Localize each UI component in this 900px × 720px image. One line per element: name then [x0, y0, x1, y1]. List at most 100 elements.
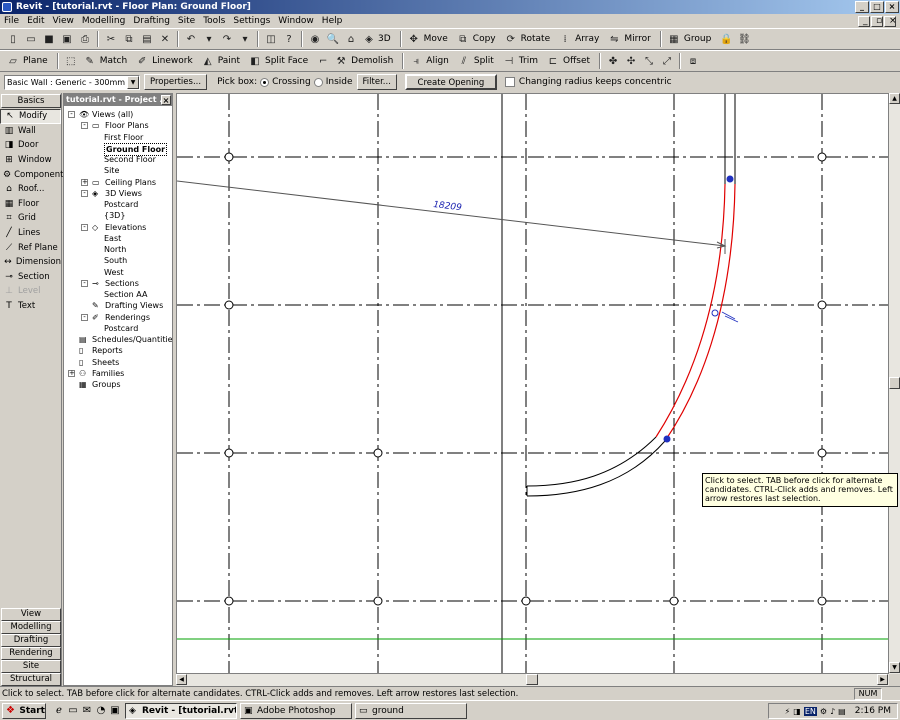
inside-radio[interactable]: [313, 77, 323, 87]
3d-button[interactable]: 3D: [378, 34, 391, 44]
demolish-button[interactable]: ⚒ Demolish: [332, 54, 394, 68]
tree-node[interactable]: Schedules/Quantities: [92, 334, 172, 345]
new-icon[interactable]: ▯: [6, 32, 20, 46]
filter-button[interactable]: Filter...: [356, 74, 397, 90]
split-face-button[interactable]: ◧ Split Face: [246, 54, 308, 68]
tree-node[interactable]: Views (all): [92, 109, 133, 120]
scroll-up-icon[interactable]: ▲: [889, 93, 900, 104]
expand-icon[interactable]: +: [68, 369, 75, 377]
collapse-icon[interactable]: -: [81, 313, 88, 321]
volume-icon[interactable]: ♪: [830, 707, 835, 716]
task-button[interactable]: ▣ Adobe Photoshop: [240, 702, 352, 719]
join-icon[interactable]: ⌐: [316, 54, 330, 68]
start-button[interactable]: ❖ Start: [2, 702, 46, 719]
print-icon[interactable]: ⎙: [78, 32, 92, 46]
tree-node[interactable]: Section AA: [104, 289, 147, 300]
tree-node[interactable]: South: [104, 255, 127, 266]
link-icon[interactable]: ⛓: [737, 32, 751, 46]
tree-node[interactable]: North: [104, 244, 126, 255]
cut-icon[interactable]: ✂: [104, 32, 118, 46]
move-button[interactable]: ✥ Move: [405, 32, 447, 46]
tool-modify[interactable]: ↖ Modify: [0, 109, 61, 124]
type-selector[interactable]: Basic Wall : Generic - 300mm ▼: [4, 74, 140, 90]
chevron-down-icon[interactable]: ▼: [127, 75, 139, 89]
offset-button[interactable]: ⊏ Offset: [544, 54, 590, 68]
tree-node[interactable]: Renderings: [105, 312, 150, 323]
concentric-checkbox[interactable]: [504, 77, 515, 87]
scroll-right-icon[interactable]: ▶: [877, 674, 888, 685]
collapse-icon[interactable]: -: [81, 279, 88, 287]
menu-help[interactable]: Help: [318, 16, 347, 26]
collapse-icon[interactable]: -: [81, 189, 88, 197]
undo-list-icon[interactable]: ▾: [202, 32, 216, 46]
tray-app-icon[interactable]: ⚡: [785, 707, 791, 716]
tree-node[interactable]: Reports: [92, 345, 123, 356]
delete-icon[interactable]: ✕: [158, 32, 172, 46]
undo-icon[interactable]: ↶: [184, 32, 198, 46]
tab-view[interactable]: View: [1, 608, 61, 621]
linework-button[interactable]: ✐ Linework: [133, 54, 193, 68]
default-3d-icon[interactable]: ⌂: [344, 32, 358, 46]
tab-structural[interactable]: Structural: [1, 673, 61, 686]
split-button[interactable]: ⫽ Split: [455, 54, 494, 68]
menu-window[interactable]: Window: [274, 16, 318, 26]
tree-node[interactable]: Floor Plans: [105, 120, 149, 131]
copy-icon[interactable]: ⧉: [122, 32, 136, 46]
tool-text[interactable]: T Text: [0, 299, 61, 314]
doc-minimize-button[interactable]: _: [858, 16, 870, 27]
collapse-icon[interactable]: -: [68, 111, 75, 118]
match-button[interactable]: ⬚ ✎ Match: [62, 54, 127, 68]
tool-grid[interactable]: ⌗ Grid: [0, 211, 61, 226]
tab-modelling[interactable]: Modelling: [1, 621, 61, 634]
help-icon[interactable]: ?: [282, 32, 296, 46]
tool-wall[interactable]: ▥ Wall: [0, 124, 61, 139]
copy-to-clipboard-icon[interactable]: ⧈: [686, 54, 700, 68]
collapse-icon[interactable]: -: [81, 122, 88, 130]
tree-node[interactable]: Site: [104, 165, 119, 176]
menu-file[interactable]: File: [0, 16, 23, 26]
tree-node[interactable]: Drafting Views: [105, 300, 163, 311]
tree-node[interactable]: {3D}: [104, 210, 125, 221]
group-button[interactable]: ▦ Group: [665, 32, 711, 46]
tree-node[interactable]: East: [104, 233, 121, 244]
menu-tools[interactable]: Tools: [199, 16, 229, 26]
tray-network-icon[interactable]: ◨: [793, 707, 801, 716]
rotate-button[interactable]: ⟳ Rotate: [502, 32, 550, 46]
scroll-down-icon[interactable]: ▼: [889, 662, 900, 673]
vertical-scrollbar[interactable]: ▲ ▼: [889, 93, 900, 674]
task-button[interactable]: ▭ ground: [355, 702, 467, 719]
tool-component[interactable]: ⚙ Component: [0, 167, 63, 182]
tool-lines[interactable]: ╱ Lines: [0, 226, 61, 241]
tree-node[interactable]: Elevations: [105, 222, 146, 233]
tool-dimension[interactable]: ↔ Dimension: [0, 255, 61, 270]
tool-level[interactable]: ⊥ Level: [0, 284, 61, 299]
tool-door[interactable]: ◨ Door: [0, 138, 61, 153]
tray-settings-icon[interactable]: ⚙: [820, 707, 827, 716]
close-button[interactable]: ×: [885, 1, 899, 13]
tree-node[interactable]: Postcard: [104, 199, 138, 210]
desktop-icon[interactable]: ▭: [66, 705, 80, 716]
menu-edit[interactable]: Edit: [23, 16, 48, 26]
trim-button[interactable]: ⊣ Trim: [500, 54, 538, 68]
tree-node[interactable]: Sections: [105, 278, 139, 289]
create-opening-button[interactable]: Create Opening: [404, 74, 497, 90]
redo-list-icon[interactable]: ▾: [238, 32, 252, 46]
tab-basics[interactable]: Basics: [1, 94, 61, 108]
paint-button[interactable]: ◭ Paint: [199, 54, 240, 68]
tree-node[interactable]: 3D Views: [105, 188, 142, 199]
explorer-icon[interactable]: ▣: [108, 705, 122, 716]
menu-modelling[interactable]: Modelling: [78, 16, 129, 26]
tab-site[interactable]: Site: [1, 660, 61, 673]
dynamic-view-icon[interactable]: ◉: [308, 32, 322, 46]
ie-icon[interactable]: ℯ: [52, 705, 66, 716]
crossing-radio[interactable]: [260, 77, 270, 87]
3d-view-icon[interactable]: ◈: [362, 32, 376, 46]
save-icon[interactable]: ■: [42, 32, 56, 46]
pin-icon[interactable]: ✤: [606, 54, 620, 68]
doc-close-button[interactable]: ×: [884, 16, 897, 27]
floor-plan-canvas[interactable]: 18209: [177, 94, 889, 674]
tree-node[interactable]: First Floor: [104, 132, 143, 143]
align-button[interactable]: ⫣ Align: [407, 54, 449, 68]
tree-node[interactable]: Sheets: [92, 357, 119, 368]
menu-site[interactable]: Site: [174, 16, 199, 26]
